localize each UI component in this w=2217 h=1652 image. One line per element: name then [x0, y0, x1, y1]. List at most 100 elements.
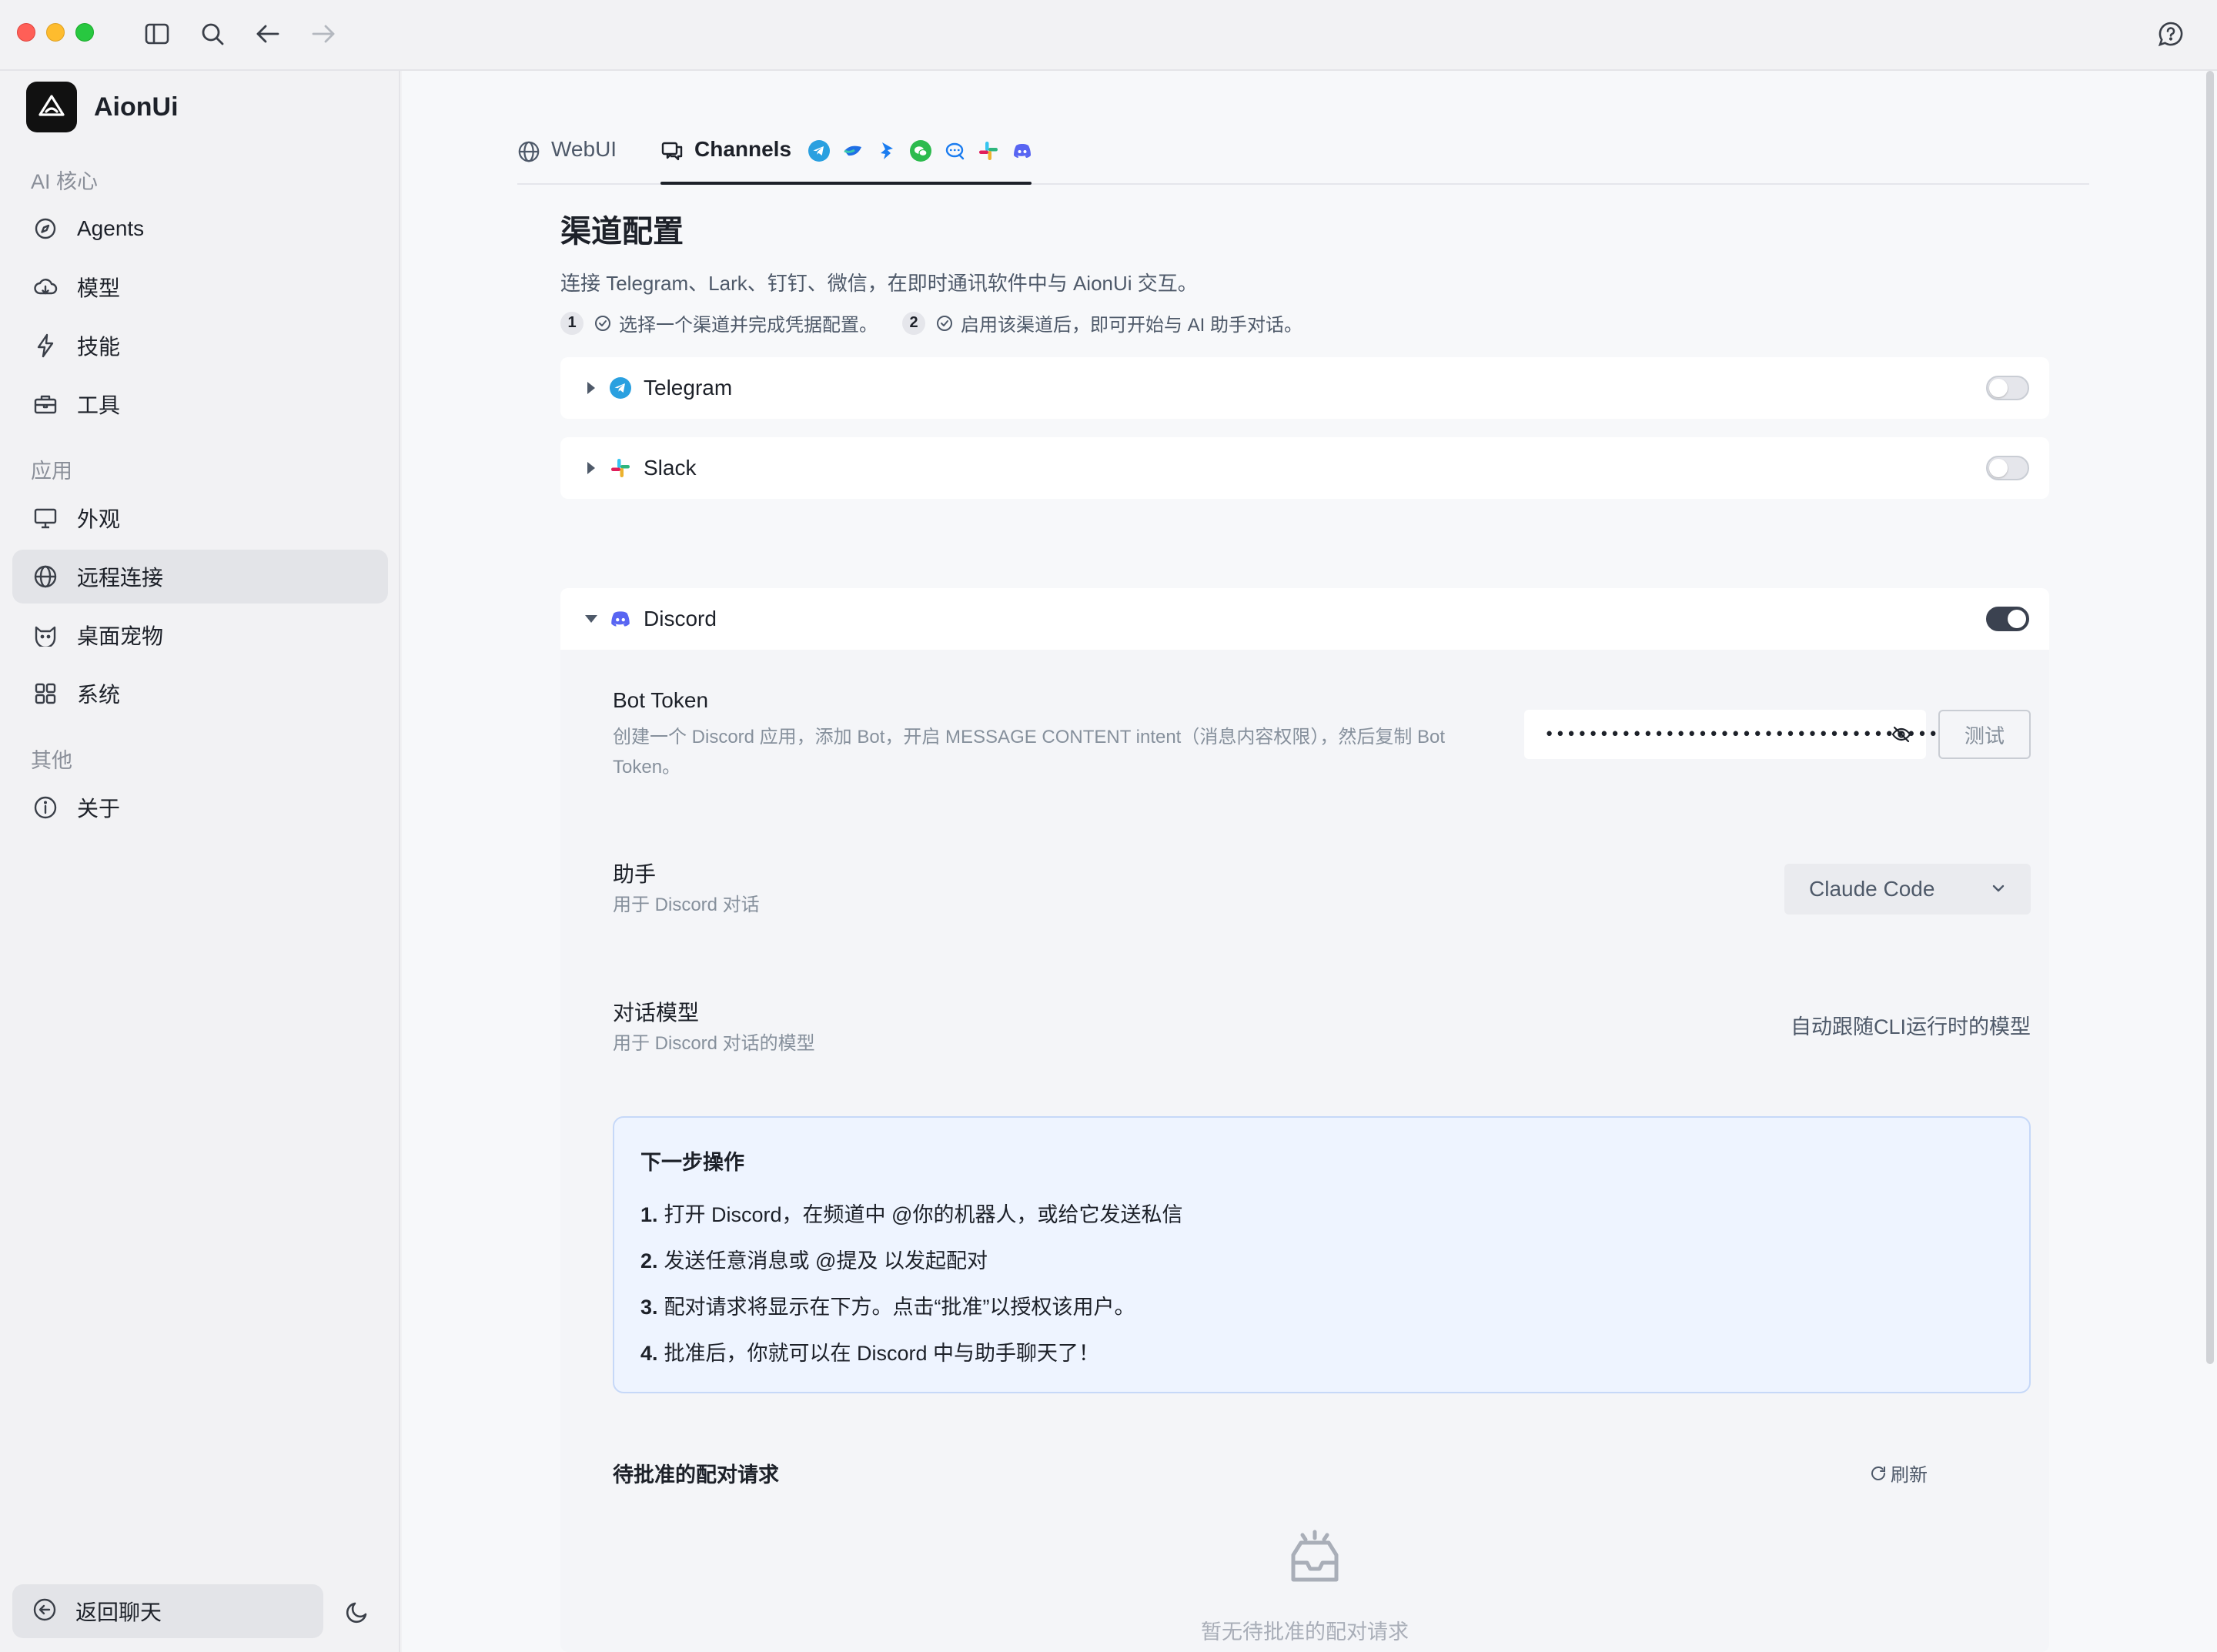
app-window: AionUi AI 核心 Agents 模型 技能 工具 应用 外观 远程连接 … — [0, 0, 2217, 1652]
slack-icon — [976, 139, 1001, 163]
lark-icon — [841, 139, 865, 163]
toolbox-icon — [32, 391, 59, 417]
bot-token-label: Bot Token — [613, 688, 709, 712]
step-number: 1 — [560, 311, 584, 335]
assistant-label: 助手 — [613, 862, 657, 886]
slack-enable-toggle[interactable] — [1986, 456, 2029, 480]
next-step-number: 3. — [640, 1296, 658, 1319]
app-logo-icon — [26, 82, 77, 132]
app-name: AionUi — [94, 92, 179, 122]
sidebar-item-system[interactable]: 系统 — [12, 667, 388, 721]
check-circle-icon — [594, 315, 611, 332]
tab-bar: WebUI Channels — [517, 132, 2089, 185]
next-step-item: 1. 打开 Discord，在频道中 @你的机器人，或给它发送私信 — [640, 1198, 1182, 1228]
telegram-icon — [608, 376, 633, 400]
sidebar-item-tools[interactable]: 工具 — [12, 377, 388, 431]
sidebar-item-models[interactable]: 模型 — [12, 260, 388, 314]
sidebar-item-label: 关于 — [77, 797, 121, 821]
toggle-knob — [1989, 379, 2008, 397]
sidebar-item-skills[interactable]: 技能 — [12, 319, 388, 373]
pending-requests-title: 待批准的配对请求 — [613, 1463, 779, 1486]
globe-icon — [517, 140, 540, 163]
sidebar-item-label: 桌面宠物 — [77, 624, 164, 648]
sidebar-item-label: 系统 — [77, 683, 121, 707]
tab-webui[interactable]: WebUI — [517, 132, 617, 185]
next-steps-title: 下一步操作 — [640, 1151, 744, 1174]
caret-right-icon[interactable] — [584, 461, 599, 475]
search-icon[interactable] — [197, 18, 228, 49]
next-step-text: 打开 Discord，在频道中 @你的机器人，或给它发送私信 — [664, 1203, 1183, 1226]
chevron-down-icon — [1991, 879, 2006, 898]
moon-icon[interactable] — [342, 1597, 373, 1627]
dingtalk-icon — [874, 139, 899, 163]
setup-steps: 1 选择一个渠道并完成凭据配置。 2 启用该渠道后，即可开始与 AI 助手对话。 — [560, 309, 1302, 336]
minimize-window-button[interactable] — [46, 23, 65, 42]
sidebar-item-label: 外观 — [77, 507, 121, 531]
zoom-window-button[interactable] — [75, 23, 94, 42]
back-circle-icon — [32, 1597, 57, 1626]
chat-bubbles-icon — [660, 140, 684, 163]
channel-card-telegram[interactable]: Telegram — [560, 357, 2049, 419]
caret-down-icon[interactable] — [584, 614, 599, 624]
refresh-label: 刷新 — [1891, 1465, 1928, 1486]
discord-icon — [608, 607, 633, 631]
back-to-chat-label: 返回聊天 — [75, 1600, 162, 1624]
tab-channels[interactable]: Channels — [660, 132, 1035, 185]
channel-card-slack[interactable]: Slack — [560, 437, 2049, 499]
cloud-icon — [32, 274, 59, 300]
next-step-number: 1. — [640, 1203, 658, 1226]
forward-arrow-icon[interactable] — [308, 18, 339, 49]
step-text: 选择一个渠道并完成凭据配置。 — [619, 315, 878, 336]
channel-card-discord[interactable]: Discord — [560, 588, 2049, 650]
brand: AionUi — [26, 82, 179, 132]
test-token-button[interactable]: 测试 — [1938, 710, 2031, 759]
bot-token-value: •••••••••••••••••••••••••••••••••••••••• — [1544, 724, 1983, 744]
eye-off-icon[interactable] — [1889, 722, 1914, 747]
channel-name: Telegram — [644, 376, 733, 400]
telegram-enable-toggle[interactable] — [1986, 376, 2029, 400]
next-step-number: 2. — [640, 1249, 658, 1272]
title-bar — [0, 0, 2217, 71]
caret-right-icon[interactable] — [584, 381, 599, 395]
toggle-knob — [1989, 459, 2008, 477]
assistant-description: 用于 Discord 对话 — [613, 895, 760, 915]
assistant-select-value: Claude Code — [1809, 877, 1935, 901]
next-step-text: 批准后，你就可以在 Discord 中与助手聊天了！ — [664, 1342, 1100, 1365]
qq-icon — [942, 139, 967, 163]
telegram-icon — [807, 139, 831, 163]
slack-icon — [608, 456, 633, 480]
next-step-item: 2. 发送任意消息或 @提及 以发起配对 — [640, 1244, 988, 1274]
assistant-select[interactable]: Claude Code — [1784, 864, 2031, 915]
main-content: WebUI Channels 渠道配置 连接 Telegram、Lark、钉钉、… — [402, 71, 2217, 1652]
page-title: 渠道配置 — [560, 215, 684, 249]
sidebar-item-agents[interactable]: Agents — [12, 202, 388, 256]
sidebar-toggle-icon[interactable] — [142, 18, 172, 49]
lightning-icon — [32, 333, 59, 359]
sidebar-item-desktop-pet[interactable]: 桌面宠物 — [12, 608, 388, 662]
active-tab-indicator — [660, 182, 1032, 185]
compass-icon — [32, 216, 59, 242]
discord-icon — [1010, 139, 1035, 163]
feedback-icon[interactable] — [2155, 18, 2186, 49]
sidebar-item-about[interactable]: 关于 — [12, 781, 388, 834]
sidebar-item-label: 技能 — [77, 335, 121, 359]
next-steps-box: 下一步操作 1. 打开 Discord，在频道中 @你的机器人，或给它发送私信 2… — [613, 1116, 2031, 1393]
next-step-item: 3. 配对请求将显示在下方。点击“批准”以授权该用户。 — [640, 1290, 1135, 1320]
section-title-apps: 应用 — [31, 460, 72, 483]
sidebar-item-appearance[interactable]: 外观 — [12, 491, 388, 545]
next-step-text: 发送任意消息或 @提及 以发起配对 — [664, 1249, 988, 1272]
back-to-chat-button[interactable]: 返回聊天 — [12, 1584, 323, 1638]
refresh-icon — [1869, 1464, 1888, 1483]
sidebar-item-label: 模型 — [77, 276, 121, 300]
tab-label: Channels — [694, 137, 792, 161]
refresh-button[interactable]: 刷新 — [1869, 1460, 1928, 1486]
discord-config-panel: Bot Token 创建一个 Discord 应用，添加 Bot，开启 MESS… — [560, 650, 2049, 1652]
monitor-icon — [32, 505, 59, 531]
bot-token-input[interactable]: •••••••••••••••••••••••••••••••••••••••• — [1524, 710, 1982, 759]
scrollbar-thumb[interactable] — [2206, 71, 2214, 1364]
discord-enable-toggle[interactable] — [1986, 607, 2029, 631]
back-arrow-icon[interactable] — [252, 18, 283, 49]
sidebar-item-remote-connection[interactable]: 远程连接 — [12, 550, 388, 604]
close-window-button[interactable] — [17, 23, 35, 42]
sidebar-item-label: 工具 — [77, 393, 121, 417]
